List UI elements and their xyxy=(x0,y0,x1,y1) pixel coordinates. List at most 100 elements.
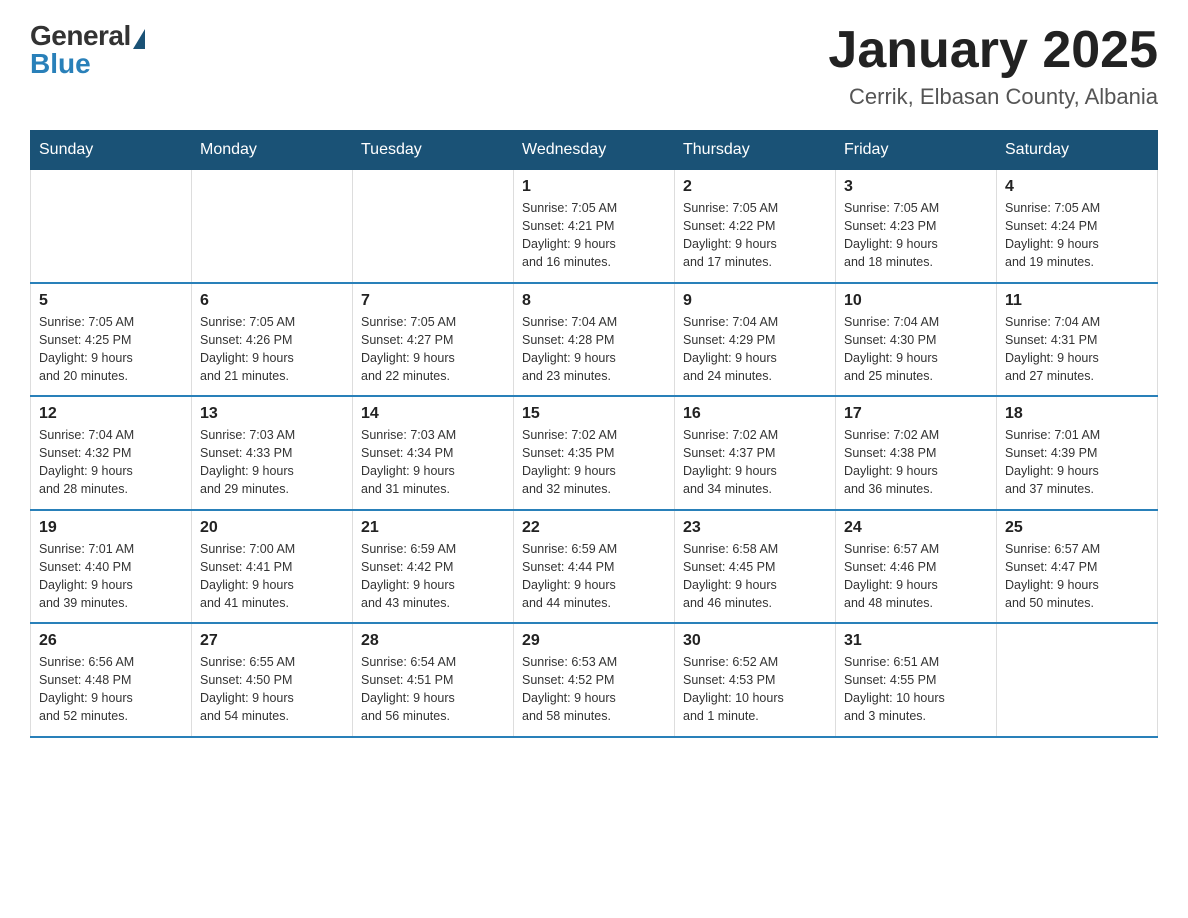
day-number: 31 xyxy=(844,632,988,650)
day-cell: 24Sunrise: 6:57 AM Sunset: 4:46 PM Dayli… xyxy=(836,510,997,624)
day-cell: 1 Sunrise: 7:05 AM Sunset: 4:21 PM Daylig… xyxy=(514,170,675,283)
day-info: Sunrise: 6:52 AM Sunset: 4:53 PM Dayligh… xyxy=(683,653,827,726)
day-cell xyxy=(997,623,1158,737)
day-number: 24 xyxy=(844,519,988,537)
day-number: 14 xyxy=(361,405,505,423)
day-number: 23 xyxy=(683,519,827,537)
day-cell: 9 Sunrise: 7:04 AM Sunset: 4:29 PM Daylig… xyxy=(675,283,836,397)
day-number: 1 xyxy=(522,178,666,196)
day-cell: 15 Sunrise: 7:02 AM Sunset: 4:35 PM Dayli… xyxy=(514,396,675,510)
week-row-5: 26Sunrise: 6:56 AM Sunset: 4:48 PM Dayli… xyxy=(31,623,1158,737)
day-number: 20 xyxy=(200,519,344,537)
header-tuesday: Tuesday xyxy=(353,131,514,170)
day-info: Sunrise: 7:04 AM Sunset: 4:30 PM Dayligh… xyxy=(844,313,988,386)
day-cell: 21 Sunrise: 6:59 AM Sunset: 4:42 PM Dayli… xyxy=(353,510,514,624)
day-cell: 10 Sunrise: 7:04 AM Sunset: 4:30 PM Dayli… xyxy=(836,283,997,397)
day-cell: 30 Sunrise: 6:52 AM Sunset: 4:53 PM Dayli… xyxy=(675,623,836,737)
day-cell: 5 Sunrise: 7:05 AM Sunset: 4:25 PM Daylig… xyxy=(31,283,192,397)
day-number: 9 xyxy=(683,292,827,310)
day-info: Sunrise: 7:05 AM Sunset: 4:27 PM Dayligh… xyxy=(361,313,505,386)
day-cell: 12Sunrise: 7:04 AM Sunset: 4:32 PM Dayli… xyxy=(31,396,192,510)
day-number: 8 xyxy=(522,292,666,310)
day-number: 17 xyxy=(844,405,988,423)
day-info: Sunrise: 6:59 AM Sunset: 4:42 PM Dayligh… xyxy=(361,540,505,613)
day-info: Sunrise: 7:05 AM Sunset: 4:22 PM Dayligh… xyxy=(683,199,827,272)
day-info: Sunrise: 7:04 AM Sunset: 4:31 PM Dayligh… xyxy=(1005,313,1149,386)
day-cell: 26Sunrise: 6:56 AM Sunset: 4:48 PM Dayli… xyxy=(31,623,192,737)
week-row-4: 19Sunrise: 7:01 AM Sunset: 4:40 PM Dayli… xyxy=(31,510,1158,624)
day-number: 4 xyxy=(1005,178,1149,196)
day-cell: 27Sunrise: 6:55 AM Sunset: 4:50 PM Dayli… xyxy=(192,623,353,737)
day-info: Sunrise: 6:58 AM Sunset: 4:45 PM Dayligh… xyxy=(683,540,827,613)
week-row-2: 5 Sunrise: 7:05 AM Sunset: 4:25 PM Daylig… xyxy=(31,283,1158,397)
page-header: General Blue January 2025 Cerrik, Elbasa… xyxy=(30,20,1158,110)
day-cell: 3 Sunrise: 7:05 AM Sunset: 4:23 PM Daylig… xyxy=(836,170,997,283)
day-cell: 31 Sunrise: 6:51 AM Sunset: 4:55 PM Dayli… xyxy=(836,623,997,737)
day-cell: 28 Sunrise: 6:54 AM Sunset: 4:51 PM Dayli… xyxy=(353,623,514,737)
day-number: 2 xyxy=(683,178,827,196)
day-info: Sunrise: 6:57 AM Sunset: 4:47 PM Dayligh… xyxy=(1005,540,1149,613)
day-number: 28 xyxy=(361,632,505,650)
day-info: Sunrise: 7:05 AM Sunset: 4:26 PM Dayligh… xyxy=(200,313,344,386)
day-cell: 11 Sunrise: 7:04 AM Sunset: 4:31 PM Dayli… xyxy=(997,283,1158,397)
day-cell xyxy=(353,170,514,283)
day-info: Sunrise: 6:51 AM Sunset: 4:55 PM Dayligh… xyxy=(844,653,988,726)
day-info: Sunrise: 7:02 AM Sunset: 4:35 PM Dayligh… xyxy=(522,426,666,499)
title-section: January 2025 Cerrik, Elbasan County, Alb… xyxy=(828,20,1158,110)
day-number: 10 xyxy=(844,292,988,310)
day-info: Sunrise: 7:02 AM Sunset: 4:38 PM Dayligh… xyxy=(844,426,988,499)
day-number: 13 xyxy=(200,405,344,423)
day-cell: 8 Sunrise: 7:04 AM Sunset: 4:28 PM Daylig… xyxy=(514,283,675,397)
header-monday: Monday xyxy=(192,131,353,170)
logo: General Blue xyxy=(30,20,145,80)
day-number: 6 xyxy=(200,292,344,310)
day-number: 15 xyxy=(522,405,666,423)
day-cell: 2 Sunrise: 7:05 AM Sunset: 4:22 PM Daylig… xyxy=(675,170,836,283)
day-cell: 13 Sunrise: 7:03 AM Sunset: 4:33 PM Dayli… xyxy=(192,396,353,510)
day-number: 3 xyxy=(844,178,988,196)
day-cell: 25 Sunrise: 6:57 AM Sunset: 4:47 PM Dayli… xyxy=(997,510,1158,624)
day-info: Sunrise: 7:05 AM Sunset: 4:23 PM Dayligh… xyxy=(844,199,988,272)
day-info: Sunrise: 7:05 AM Sunset: 4:25 PM Dayligh… xyxy=(39,313,183,386)
day-cell: 22Sunrise: 6:59 AM Sunset: 4:44 PM Dayli… xyxy=(514,510,675,624)
day-cell: 17 Sunrise: 7:02 AM Sunset: 4:38 PM Dayli… xyxy=(836,396,997,510)
day-info: Sunrise: 7:04 AM Sunset: 4:29 PM Dayligh… xyxy=(683,313,827,386)
day-info: Sunrise: 6:59 AM Sunset: 4:44 PM Dayligh… xyxy=(522,540,666,613)
day-cell: 14 Sunrise: 7:03 AM Sunset: 4:34 PM Dayli… xyxy=(353,396,514,510)
day-cell: 6 Sunrise: 7:05 AM Sunset: 4:26 PM Daylig… xyxy=(192,283,353,397)
days-header-row: SundayMondayTuesdayWednesdayThursdayFrid… xyxy=(31,131,1158,170)
day-info: Sunrise: 6:54 AM Sunset: 4:51 PM Dayligh… xyxy=(361,653,505,726)
header-sunday: Sunday xyxy=(31,131,192,170)
day-info: Sunrise: 7:04 AM Sunset: 4:28 PM Dayligh… xyxy=(522,313,666,386)
day-number: 25 xyxy=(1005,519,1149,537)
day-info: Sunrise: 7:03 AM Sunset: 4:34 PM Dayligh… xyxy=(361,426,505,499)
day-info: Sunrise: 6:56 AM Sunset: 4:48 PM Dayligh… xyxy=(39,653,183,726)
week-row-1: 1 Sunrise: 7:05 AM Sunset: 4:21 PM Daylig… xyxy=(31,170,1158,283)
day-cell xyxy=(31,170,192,283)
calendar-title: January 2025 xyxy=(828,20,1158,80)
day-number: 27 xyxy=(200,632,344,650)
day-cell: 18Sunrise: 7:01 AM Sunset: 4:39 PM Dayli… xyxy=(997,396,1158,510)
calendar-table: SundayMondayTuesdayWednesdayThursdayFrid… xyxy=(30,130,1158,738)
day-cell: 4 Sunrise: 7:05 AM Sunset: 4:24 PM Daylig… xyxy=(997,170,1158,283)
header-thursday: Thursday xyxy=(675,131,836,170)
header-friday: Friday xyxy=(836,131,997,170)
logo-triangle-icon xyxy=(133,29,145,49)
day-info: Sunrise: 7:00 AM Sunset: 4:41 PM Dayligh… xyxy=(200,540,344,613)
day-info: Sunrise: 7:02 AM Sunset: 4:37 PM Dayligh… xyxy=(683,426,827,499)
day-info: Sunrise: 7:05 AM Sunset: 4:21 PM Dayligh… xyxy=(522,199,666,272)
day-info: Sunrise: 7:05 AM Sunset: 4:24 PM Dayligh… xyxy=(1005,199,1149,272)
day-number: 21 xyxy=(361,519,505,537)
day-cell: 29 Sunrise: 6:53 AM Sunset: 4:52 PM Dayli… xyxy=(514,623,675,737)
day-number: 29 xyxy=(522,632,666,650)
day-number: 16 xyxy=(683,405,827,423)
day-number: 11 xyxy=(1005,292,1149,310)
day-number: 7 xyxy=(361,292,505,310)
day-info: Sunrise: 7:03 AM Sunset: 4:33 PM Dayligh… xyxy=(200,426,344,499)
day-info: Sunrise: 7:01 AM Sunset: 4:39 PM Dayligh… xyxy=(1005,426,1149,499)
day-cell: 7 Sunrise: 7:05 AM Sunset: 4:27 PM Daylig… xyxy=(353,283,514,397)
day-number: 30 xyxy=(683,632,827,650)
day-info: Sunrise: 6:53 AM Sunset: 4:52 PM Dayligh… xyxy=(522,653,666,726)
day-number: 19 xyxy=(39,519,183,537)
day-number: 5 xyxy=(39,292,183,310)
